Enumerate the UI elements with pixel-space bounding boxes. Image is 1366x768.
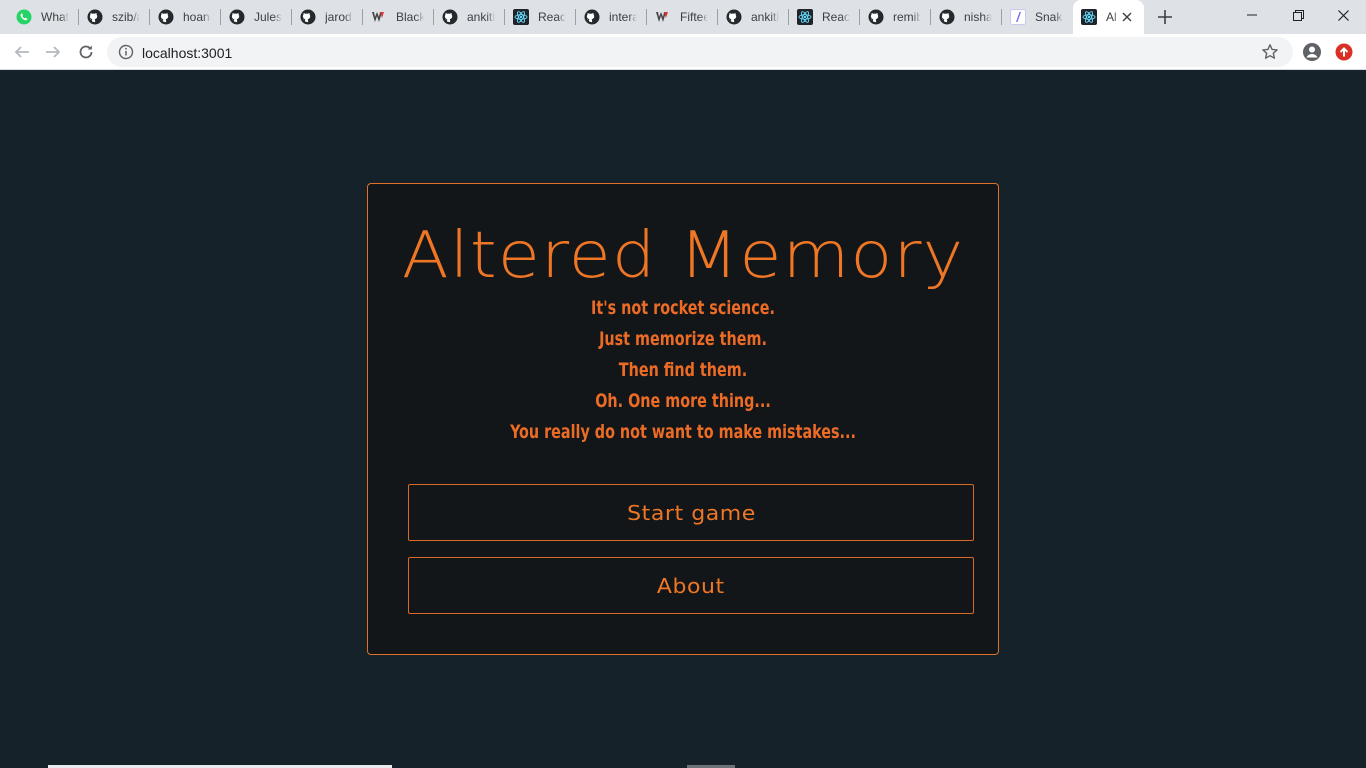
tab-title: React — [538, 10, 566, 24]
game-menu-card: Altered Memory It's not rocket science. … — [367, 183, 999, 655]
github-icon — [300, 9, 316, 25]
tagline-line: Just memorize them. — [599, 328, 767, 350]
forward-button[interactable] — [40, 39, 66, 65]
minimize-button[interactable] — [1229, 0, 1275, 30]
tab-title: nishal — [964, 10, 992, 24]
tagline-line: Oh. One more thing... — [595, 390, 771, 412]
react-icon — [513, 9, 529, 25]
tagline-line: It's not rocket science. — [591, 297, 775, 319]
browser-tab[interactable]: remib — [860, 0, 931, 34]
reload-button[interactable] — [73, 39, 99, 65]
browser-tab[interactable]: Blackj — [363, 0, 434, 34]
update-icon[interactable] — [1334, 42, 1354, 62]
tab-title: szib/a — [112, 10, 140, 24]
about-button[interactable]: About — [408, 557, 974, 614]
browser-tab[interactable]: Fiftee — [647, 0, 718, 34]
vu-icon — [655, 9, 671, 25]
tab-title: React — [822, 10, 850, 24]
browser-tab[interactable]: JulesB — [221, 0, 292, 34]
react-icon — [797, 9, 813, 25]
browser-tab[interactable]: intera — [576, 0, 647, 34]
tab-title: WhatsApp — [41, 10, 69, 24]
browser-tab[interactable]: ankitk — [718, 0, 789, 34]
info-icon[interactable] — [118, 44, 134, 60]
whatsapp-icon — [16, 9, 32, 25]
tagline-line: Then find them. — [618, 359, 748, 381]
vu-icon — [371, 9, 387, 25]
tagline-line: You really do not want to make mistakes.… — [510, 421, 856, 443]
github-icon — [726, 9, 742, 25]
tab-title: Blackj — [396, 10, 424, 24]
github-icon — [584, 9, 600, 25]
github-icon — [442, 9, 458, 25]
game-title: Altered Memory — [401, 219, 965, 293]
restore-button[interactable] — [1275, 0, 1321, 30]
tab-title: intera — [609, 10, 637, 24]
tab-title: ankitk — [751, 10, 779, 24]
browser-tab[interactable]: jarodt — [292, 0, 363, 34]
browser-tab[interactable]: ankitk — [434, 0, 505, 34]
start-game-button[interactable]: Start game — [408, 484, 974, 541]
tab-title: remib — [893, 10, 921, 24]
browser-toolbar: localhost:3001 — [0, 34, 1366, 70]
tab-title: ankitk — [467, 10, 495, 24]
browser-tab[interactable]: React — [789, 0, 860, 34]
tab-title: JulesB — [254, 10, 282, 24]
address-bar[interactable]: localhost:3001 — [107, 37, 1293, 67]
tab-title: Fiftee — [680, 10, 708, 24]
tab-title: Snake — [1035, 10, 1063, 24]
about-label: About — [657, 573, 725, 598]
react-icon — [1081, 9, 1097, 25]
start-game-label: Start game — [626, 500, 756, 525]
snake-icon — [1010, 9, 1026, 25]
browser-tab[interactable]: nishal — [931, 0, 1002, 34]
tab-title: hoang — [183, 10, 211, 24]
browser-tab[interactable]: React — [505, 0, 576, 34]
back-button[interactable] — [9, 39, 35, 65]
tab-title: jarodt — [325, 10, 353, 24]
github-icon — [939, 9, 955, 25]
browser-tab[interactable]: Snake — [1002, 0, 1073, 34]
github-icon — [229, 9, 245, 25]
address-text: localhost:3001 — [142, 45, 233, 61]
browser-tab[interactable]: WhatsApp — [8, 0, 79, 34]
tab-title: Al — [1106, 10, 1117, 24]
profile-icon[interactable] — [1302, 42, 1322, 62]
browser-tab[interactable]: hoang — [150, 0, 221, 34]
github-icon — [868, 9, 884, 25]
tagline: It's not rocket science. Just memorize t… — [368, 293, 998, 448]
github-icon — [87, 9, 103, 25]
close-tab-icon[interactable] — [1119, 9, 1135, 25]
close-window-button[interactable] — [1320, 0, 1366, 30]
browser-tab[interactable]: szib/a — [79, 0, 150, 34]
tab-strip: WhatsApp szib/a hoang JulesB jarodt Blac… — [0, 0, 1366, 34]
github-icon — [158, 9, 174, 25]
bookmark-star-icon[interactable] — [1261, 43, 1279, 61]
new-tab-button[interactable] — [1154, 6, 1176, 28]
